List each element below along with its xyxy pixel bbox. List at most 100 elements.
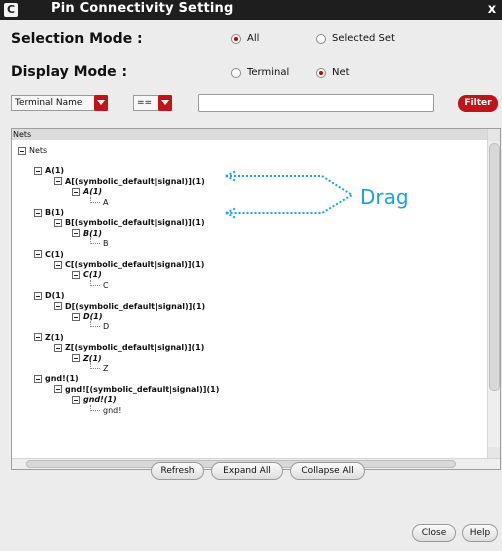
- tree-node[interactable]: Z[(symbolic_default|signal)](1): [54, 342, 204, 353]
- tree-node[interactable]: B(1): [34, 207, 64, 218]
- selection-mode-selected-set-radio[interactable]: Selected Set: [316, 33, 395, 44]
- collapse-icon[interactable]: [34, 208, 42, 217]
- tree-node[interactable]: gnd![(symbolic_default|signal)](1): [54, 384, 219, 395]
- filter-operator-select[interactable]: ==: [133, 95, 172, 111]
- tree-node-label: C(1): [45, 249, 64, 259]
- filter-button[interactable]: Filter: [458, 95, 498, 112]
- chevron-down-icon: [158, 95, 172, 111]
- tree-node[interactable]: D(1): [34, 290, 65, 301]
- help-button[interactable]: Help: [462, 524, 498, 542]
- tree-node[interactable]: A[(symbolic_default|signal)](1): [54, 176, 205, 187]
- collapse-icon[interactable]: [72, 270, 80, 279]
- tree-node-label: B(1): [83, 228, 102, 238]
- tree-node-label: D[(symbolic_default|signal)](1): [65, 301, 206, 311]
- chevron-down-icon: [94, 95, 108, 111]
- close-window-button[interactable]: x: [485, 3, 499, 17]
- tree-node[interactable]: A(1): [72, 186, 102, 197]
- nets-tree-panel[interactable]: Nets Nets A(1) A[(symbolic_default|signal…: [11, 128, 501, 470]
- radio-label: Terminal: [247, 67, 290, 78]
- collapse-icon[interactable]: [72, 395, 80, 404]
- expand-all-button[interactable]: Expand All: [211, 462, 283, 480]
- collapse-icon[interactable]: [72, 187, 80, 196]
- radio-indicator: [231, 67, 241, 78]
- refresh-button[interactable]: Refresh: [151, 462, 204, 480]
- scroll-up-arrow-icon[interactable]: [488, 129, 500, 141]
- tree-node-label: D: [103, 322, 110, 332]
- collapse-all-button[interactable]: Collapse All: [290, 462, 365, 480]
- collapse-icon[interactable]: [54, 218, 62, 227]
- tree-node-label: gnd!: [103, 405, 122, 415]
- tree-node-label: A(1): [45, 166, 65, 176]
- radio-label: Selected Set: [332, 33, 395, 44]
- tree-node-label: Z: [103, 364, 109, 373]
- vertical-scroll-thumb[interactable]: [489, 143, 500, 391]
- tree-connector-icon: [90, 404, 100, 411]
- collapse-icon[interactable]: [34, 166, 42, 175]
- tree-node-label: B(1): [45, 208, 64, 217]
- title-bar: C Pin Connectivity Setting x: [0, 0, 502, 20]
- tree-node[interactable]: D(1): [72, 311, 103, 322]
- tree-node[interactable]: B: [90, 238, 109, 249]
- tree-node[interactable]: A(1): [34, 165, 64, 176]
- tree-node-label: gnd![(symbolic_default|signal)](1): [65, 384, 220, 394]
- collapse-icon[interactable]: [34, 374, 42, 383]
- tree-node-label: gnd!(1): [45, 374, 79, 384]
- tree-node[interactable]: gnd!(1): [72, 394, 117, 405]
- collapse-icon[interactable]: [54, 260, 62, 269]
- collapse-icon[interactable]: [54, 343, 62, 352]
- collapse-icon[interactable]: [54, 302, 62, 311]
- tree-node[interactable]: B(1): [72, 228, 102, 239]
- tree-node[interactable]: gnd!: [90, 404, 122, 416]
- tree-node[interactable]: A: [90, 196, 108, 208]
- tree-node[interactable]: B[(symbolic_default|signal)](1): [54, 217, 205, 228]
- filter-field-value: Terminal Name: [15, 98, 83, 108]
- tree-node-root[interactable]: Nets: [18, 145, 47, 156]
- filter-value-input[interactable]: [198, 94, 434, 112]
- filter-operator-value: ==: [137, 98, 153, 108]
- close-button[interactable]: Close: [412, 524, 456, 542]
- collapse-icon[interactable]: [34, 291, 42, 300]
- tree-node[interactable]: Z: [90, 363, 108, 374]
- collapse-icon[interactable]: [34, 333, 42, 342]
- tree-header: Nets: [12, 129, 500, 140]
- tree-node-label: C: [103, 280, 109, 290]
- window-title: Pin Connectivity Setting: [51, 1, 234, 16]
- radio-indicator: [231, 33, 241, 44]
- tree-node[interactable]: C(1): [34, 249, 64, 260]
- tree-node[interactable]: C(1): [72, 269, 102, 280]
- tree-node[interactable]: D[(symbolic_default|signal)](1): [54, 301, 205, 312]
- radio-label: Net: [332, 67, 350, 78]
- vertical-scrollbar[interactable]: [487, 129, 500, 459]
- tree-node[interactable]: Z(1): [34, 332, 64, 343]
- collapse-icon[interactable]: [18, 146, 26, 155]
- tree-node-label: A(1): [83, 187, 103, 197]
- tree-node[interactable]: C[(symbolic_default|signal)](1): [54, 259, 204, 270]
- radio-indicator: [316, 67, 326, 78]
- tree-node-label: A[(symbolic_default|signal)](1): [65, 176, 205, 186]
- collapse-icon[interactable]: [34, 250, 42, 259]
- selection-mode-all-radio[interactable]: All: [231, 33, 259, 44]
- collapse-icon[interactable]: [54, 177, 62, 186]
- display-mode-net-radio[interactable]: Net: [316, 67, 350, 78]
- collapse-icon[interactable]: [54, 385, 62, 394]
- tree-node-label: D(1): [83, 312, 103, 321]
- tree-node[interactable]: D: [90, 321, 109, 332]
- tree-node-label: D(1): [45, 291, 65, 301]
- tree-node[interactable]: C: [90, 279, 109, 291]
- radio-label: All: [247, 33, 260, 44]
- tree-node-label: C(1): [83, 270, 102, 280]
- tree-node-label: Z(1): [45, 332, 64, 342]
- tree-body[interactable]: Nets A(1) A[(symbolic_default|signal)](1)…: [12, 140, 488, 459]
- filter-field-select[interactable]: Terminal Name: [11, 95, 108, 111]
- tree-node-label: Z[(symbolic_default|signal)](1): [65, 343, 205, 353]
- collapse-icon[interactable]: [72, 229, 80, 238]
- tree-node[interactable]: Z(1): [72, 353, 102, 364]
- tree-node[interactable]: gnd!(1): [34, 373, 79, 384]
- collapse-icon[interactable]: [72, 312, 80, 321]
- drag-label: Drag: [360, 185, 409, 209]
- collapse-icon[interactable]: [72, 354, 80, 363]
- tree-connector-icon: [90, 238, 100, 245]
- tree-node-label: B: [103, 239, 109, 249]
- tree-connector-icon: [90, 363, 100, 369]
- display-mode-terminal-radio[interactable]: Terminal: [231, 67, 289, 78]
